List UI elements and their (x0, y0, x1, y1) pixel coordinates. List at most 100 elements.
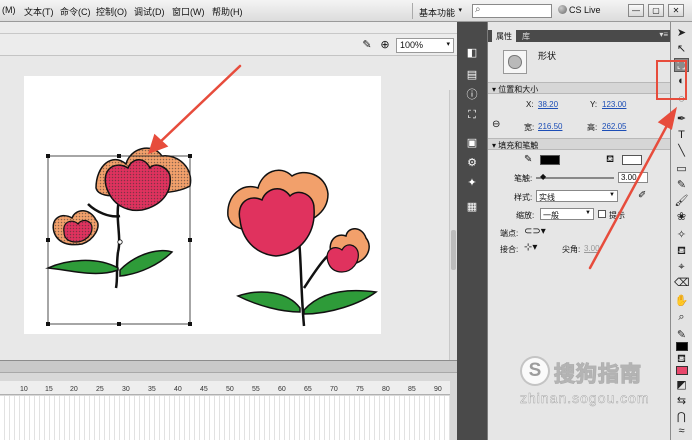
hint-checkbox[interactable] (598, 210, 606, 218)
ruler-number: 90 (434, 386, 442, 393)
edit-stroke-style-icon[interactable]: ✐ (638, 191, 646, 201)
align-icon[interactable]: ▤ (465, 68, 479, 82)
line-tool-icon[interactable]: ╲ (674, 144, 689, 158)
eyedropper-tool-icon[interactable]: ⌖ (674, 260, 689, 274)
frame-grid[interactable] (0, 396, 450, 440)
ruler-number: 60 (278, 386, 286, 393)
panel-menu-icon[interactable]: ▾≡ (659, 30, 668, 39)
cs-live-label: CS Live (569, 5, 601, 15)
close-button[interactable]: ✕ (668, 4, 684, 17)
pencil-tool-icon[interactable]: ✎ (674, 178, 689, 192)
chevron-down-icon: ▾ (446, 41, 450, 48)
menu-help[interactable]: 帮助(H) (212, 5, 243, 18)
hand-tool-icon[interactable]: ✋ (674, 294, 689, 308)
section-fill-stroke[interactable]: ▾ 填充和笔触 (488, 138, 671, 150)
miter-value[interactable]: 3.00 (584, 244, 600, 253)
sogou-logo-icon: S (520, 356, 550, 386)
ruler-number: 75 (356, 386, 364, 393)
flower-copy[interactable] (227, 169, 378, 327)
selected-flower[interactable] (45, 147, 192, 289)
tab-library[interactable]: 库 (518, 30, 534, 42)
text-tool-icon[interactable]: T (674, 128, 689, 142)
lock-proportions-icon[interactable]: ⊖ (492, 120, 500, 130)
ruler-number: 15 (45, 386, 53, 393)
height-value[interactable]: 262.05 (602, 122, 626, 131)
scrollbar-thumb[interactable] (451, 230, 456, 270)
ruler-number: 45 (200, 386, 208, 393)
pen-tool-icon[interactable]: ✒ (674, 112, 689, 126)
ruler-number: 70 (330, 386, 338, 393)
menu-modify[interactable]: (M) (2, 5, 16, 15)
cs-live-button[interactable]: CS Live (558, 5, 601, 15)
x-value[interactable]: 38.20 (538, 100, 558, 109)
stage-area: ✎ ⊕ 100% ▾ (0, 22, 457, 394)
cap-style-icon[interactable]: ⊂⊃▾ (524, 227, 546, 237)
join-label: 接合: (500, 245, 519, 254)
rectangle-tool-icon[interactable]: ▭ (674, 162, 689, 176)
edit-symbol-icon[interactable]: ⊕ (378, 38, 392, 52)
ruler-number: 55 (252, 386, 260, 393)
menu-debug[interactable]: 调试(D) (134, 5, 165, 18)
minimize-button[interactable]: — (628, 4, 644, 17)
swatches-icon[interactable]: ◧ (465, 46, 479, 60)
restore-button[interactable]: ▢ (648, 4, 664, 17)
stroke-color-icon: ✎ (676, 329, 687, 341)
info-icon[interactable]: ⓘ (465, 88, 479, 102)
stroke-color-swatch[interactable] (676, 342, 688, 351)
object-type-label: 形状 (538, 51, 557, 61)
frame-ruler[interactable]: 10 15 20 25 30 35 40 45 50 55 60 65 70 7… (0, 381, 450, 395)
ruler-number: 40 (174, 386, 182, 393)
cap-label: 端点: (500, 229, 519, 238)
stroke-width-input[interactable]: 3.00 (618, 172, 648, 183)
workspace-label: 基本功能 (419, 8, 456, 18)
smooth-icon[interactable]: ≈ (674, 424, 689, 438)
subselection-tool-icon[interactable]: ↖ (674, 42, 689, 56)
workspace-switcher[interactable]: 基本功能 ▾ (412, 3, 466, 19)
stage-vertical-scrollbar[interactable] (449, 90, 457, 394)
join-style-icon[interactable]: ⊹▾ (524, 243, 537, 253)
paint-bucket-tool-icon[interactable]: ⛾ (674, 244, 689, 258)
zoom-tool-icon[interactable]: ⌕ (674, 310, 689, 324)
deco-tool-icon[interactable]: ❀ (674, 210, 689, 224)
menu-window[interactable]: 窗口(W) (172, 5, 205, 18)
motion-presets-icon[interactable]: ✦ (465, 176, 479, 190)
eraser-tool-icon[interactable]: ⌫ (674, 276, 690, 290)
y-value[interactable]: 123.00 (602, 100, 626, 109)
ruler-number: 25 (96, 386, 104, 393)
stroke-slider[interactable] (536, 177, 614, 179)
style-label: 样式: (514, 193, 533, 202)
help-search-input[interactable]: ⌕ (472, 4, 552, 18)
ruler-number: 30 (122, 386, 130, 393)
chevron-down-icon: ▼ (585, 210, 591, 216)
timeline-header (0, 361, 457, 373)
search-icon: ⌕ (475, 4, 481, 15)
scale-select[interactable]: 一般 ▼ (540, 208, 594, 220)
history-icon[interactable]: ▦ (465, 200, 479, 214)
artwork (45, 147, 378, 327)
menu-commands[interactable]: 命令(C) (60, 5, 91, 18)
watermark-name: 搜狗指南 (554, 363, 642, 387)
edit-scene-icon[interactable]: ✎ (360, 38, 374, 52)
components-icon[interactable]: ⚙ (465, 156, 479, 170)
fill-color-swatch[interactable] (622, 155, 642, 165)
cs-live-icon (558, 5, 567, 14)
menu-control[interactable]: 控制(O) (96, 5, 127, 18)
zoom-select[interactable]: 100% ▾ (396, 38, 454, 53)
width-value[interactable]: 216.50 (538, 122, 562, 131)
selection-tool-icon[interactable]: ➤ (674, 26, 689, 40)
flash-editor-window: (M) 文本(T) 命令(C) 控制(O) 调试(D) 窗口(W) 帮助(H) … (0, 0, 692, 440)
scale-value: 一般 (543, 211, 559, 220)
transform-icon[interactable]: ⛶ (465, 108, 479, 122)
brush-tool-icon[interactable]: 🖌 (674, 194, 689, 208)
bone-tool-icon[interactable]: ✧ (674, 228, 689, 242)
section-position-size[interactable]: ▾ 位置和大小 (488, 82, 671, 94)
ruler-number: 50 (226, 386, 234, 393)
code-snippets-icon[interactable]: ▣ (465, 136, 479, 150)
stroke-style-select[interactable]: 实线 ▼ (536, 190, 618, 202)
slider-handle-icon[interactable]: ◆ (540, 172, 546, 182)
menu-text[interactable]: 文本(T) (24, 5, 54, 18)
tab-properties[interactable]: 属性 (492, 30, 516, 42)
menu-bar: (M) 文本(T) 命令(C) 控制(O) 调试(D) 窗口(W) 帮助(H) … (0, 0, 692, 22)
y-label: Y: (590, 100, 598, 109)
stroke-color-swatch[interactable] (540, 155, 560, 165)
